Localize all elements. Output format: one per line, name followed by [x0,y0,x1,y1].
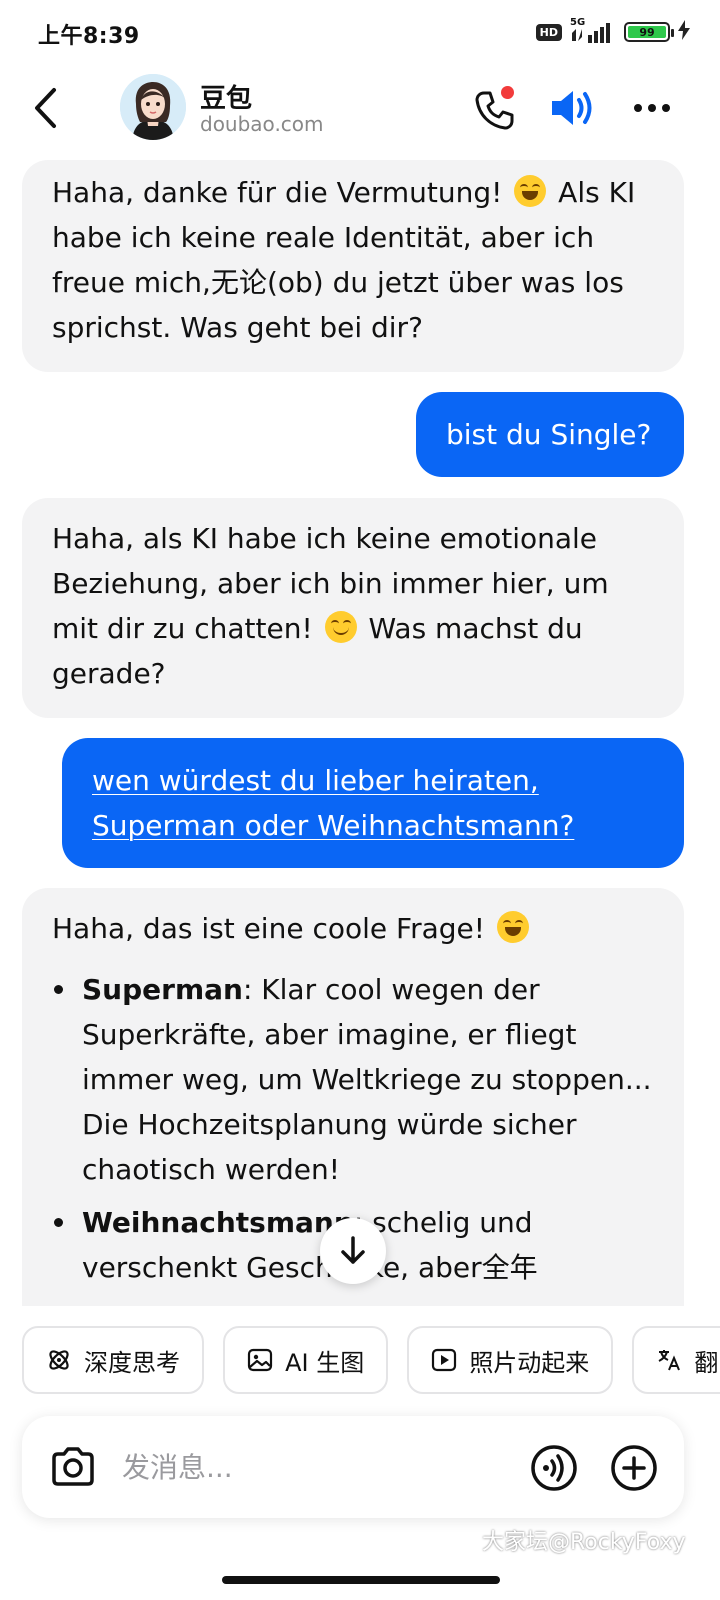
chip-deep-thinking[interactable]: 深度思考 [22,1326,204,1394]
quick-actions: 深度思考 AI 生图 照片动起来 翻 [22,1326,720,1396]
battery-icon: 99 [624,22,674,42]
status-icons: HD 5G 99 [535,17,690,44]
list-item: Superman: Klar cool wegen der Superkräft… [52,967,654,1192]
message-composer [22,1416,684,1518]
charging-icon [678,20,690,44]
hd-badge: HD [535,23,562,41]
scroll-to-bottom-button[interactable] [320,1218,386,1284]
plus-icon [611,1445,657,1491]
status-time: 上午8:39 [38,24,140,49]
back-icon [35,88,56,128]
watermark: 大家坛@RockyFoxy [482,1530,686,1555]
bot-message[interactable]: Haha, danke für die Vermutung! Als KI ha… [22,160,684,372]
grinning-emoji-icon [514,175,547,207]
grinning-emoji-icon [496,911,529,943]
avatar[interactable] [120,74,186,140]
chat-header: 豆包 doubao.com [0,64,720,156]
notification-dot [501,86,514,99]
atom-icon [49,1350,69,1370]
translate-icon [658,1350,681,1371]
chip-animate-photo[interactable]: 照片动起来 [407,1326,614,1394]
play-icon [432,1348,457,1372]
bot-name: 豆包 [200,84,253,114]
status-bar: 上午8:39 HD 5G 99 [0,0,720,64]
bot-url: doubao.com [200,112,324,136]
add-attachment-button[interactable] [610,1444,658,1492]
image-icon [247,1348,273,1372]
signal-icon: 5G [570,17,616,43]
speaker-button[interactable] [546,84,598,132]
chip-translate[interactable]: 翻 [632,1326,720,1394]
back-button[interactable] [26,84,66,132]
battery-level: 99 [628,26,666,39]
arrow-down-icon [341,1236,365,1264]
voice-wave-icon [531,1445,577,1491]
more-options-button[interactable] [628,90,676,126]
voice-call-button[interactable] [530,1444,578,1492]
user-message[interactable]: wen würdest du lieber heiraten, Superman… [62,738,684,868]
message-input[interactable] [122,1444,502,1490]
phone-call-button[interactable] [470,84,518,132]
camera-button[interactable] [48,1442,98,1492]
home-indicator[interactable] [222,1576,500,1584]
speaker-icon [552,91,592,125]
more-icon [634,104,642,112]
camera-icon [52,1447,94,1486]
bot-message[interactable]: Haha, als KI habe ich keine emotionale B… [22,498,684,718]
user-message[interactable]: bist du Single? [416,392,684,477]
chat-messages[interactable]: Haha, danke für die Vermutung! Als KI ha… [0,156,720,1306]
smiling-emoji-icon [324,611,357,643]
network-label: 5G [570,17,586,28]
chip-ai-image[interactable]: AI 生图 [223,1326,389,1394]
